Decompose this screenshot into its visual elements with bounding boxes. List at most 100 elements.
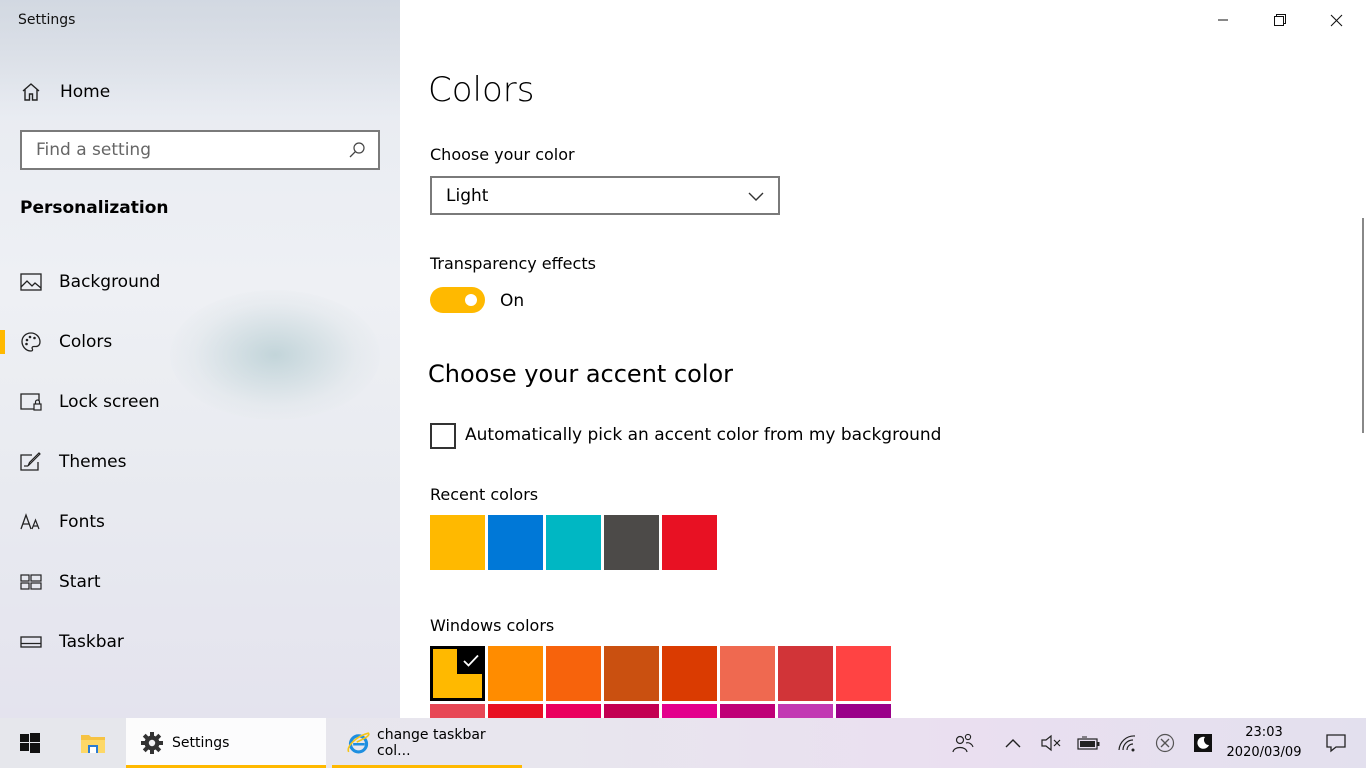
auto-pick-checkbox[interactable] bbox=[430, 423, 456, 449]
color-swatch[interactable] bbox=[546, 515, 601, 570]
color-swatch[interactable] bbox=[662, 515, 717, 570]
checkmark-icon bbox=[457, 646, 485, 674]
system-tray: 23:03 2020/03/09 bbox=[944, 718, 1366, 768]
people-icon bbox=[952, 733, 974, 753]
windows-colors-row-2 bbox=[430, 704, 891, 718]
section-title: Personalization bbox=[20, 198, 169, 218]
sidebar-item-label: Themes bbox=[59, 452, 127, 472]
color-swatch[interactable] bbox=[778, 646, 833, 701]
show-hidden-icons-button[interactable] bbox=[994, 718, 1032, 768]
windows-colors-label: Windows colors bbox=[430, 616, 555, 635]
sidebar-item-label: Fonts bbox=[59, 512, 105, 532]
scrollbar[interactable] bbox=[1362, 218, 1364, 433]
close-button[interactable] bbox=[1308, 0, 1365, 40]
sidebar-item-label: Background bbox=[59, 272, 161, 292]
folder-icon bbox=[81, 735, 105, 753]
file-explorer-button[interactable] bbox=[60, 718, 126, 768]
restore-button[interactable] bbox=[1251, 0, 1308, 40]
color-swatch[interactable] bbox=[488, 515, 543, 570]
sidebar-item-background[interactable]: Background bbox=[0, 252, 400, 312]
color-swatch[interactable] bbox=[720, 646, 775, 701]
battery-button[interactable] bbox=[1070, 718, 1108, 768]
color-swatch[interactable] bbox=[430, 515, 485, 570]
sidebar-item-start[interactable]: Start bbox=[0, 552, 400, 612]
home-label: Home bbox=[60, 82, 111, 102]
clock-time: 23:03 bbox=[1245, 725, 1283, 740]
color-swatch[interactable] bbox=[836, 704, 891, 718]
gear-icon bbox=[141, 732, 163, 754]
notification-icon bbox=[1326, 734, 1346, 753]
clock-date: 2020/03/09 bbox=[1226, 745, 1302, 760]
color-swatch[interactable] bbox=[430, 704, 485, 718]
sidebar-item-fonts[interactable]: Fonts bbox=[0, 492, 400, 552]
sidebar-nav: Background Colors Lock screen Themes Fon… bbox=[0, 252, 400, 672]
status-x-button[interactable] bbox=[1146, 718, 1184, 768]
home-icon bbox=[22, 83, 40, 101]
minimize-button[interactable] bbox=[1194, 0, 1251, 40]
color-swatch[interactable] bbox=[604, 646, 659, 701]
action-center-button[interactable] bbox=[1306, 718, 1366, 768]
color-swatch[interactable] bbox=[720, 704, 775, 718]
sidebar-item-themes[interactable]: Themes bbox=[0, 432, 400, 492]
sidebar-item-label: Start bbox=[59, 572, 101, 592]
color-swatch[interactable] bbox=[662, 704, 717, 718]
search-box[interactable] bbox=[20, 130, 380, 170]
network-button[interactable] bbox=[1108, 718, 1146, 768]
chevron-up-icon bbox=[1005, 739, 1021, 748]
choose-color-dropdown[interactable]: Light bbox=[430, 176, 780, 215]
color-swatch[interactable] bbox=[604, 515, 659, 570]
home-link[interactable]: Home bbox=[20, 80, 110, 104]
color-swatch[interactable] bbox=[662, 646, 717, 701]
transparency-label: Transparency effects bbox=[430, 254, 596, 273]
color-swatch[interactable] bbox=[836, 646, 891, 701]
color-swatch[interactable] bbox=[546, 704, 601, 718]
page-title: Colors bbox=[428, 70, 535, 110]
sidebar-item-label: Lock screen bbox=[59, 392, 160, 412]
recent-colors-row bbox=[430, 515, 717, 570]
themes-icon bbox=[20, 451, 42, 473]
window-title: Settings bbox=[18, 12, 76, 28]
clock[interactable]: 23:03 2020/03/09 bbox=[1222, 723, 1306, 763]
sidebar-item-lock-screen[interactable]: Lock screen bbox=[0, 372, 400, 432]
sidebar-item-colors[interactable]: Colors bbox=[0, 312, 400, 372]
color-swatch[interactable] bbox=[488, 646, 543, 701]
close-icon bbox=[1330, 14, 1343, 26]
taskbar-settings-button[interactable]: Settings bbox=[126, 718, 326, 768]
people-button[interactable] bbox=[944, 718, 982, 768]
main-content: Colors Choose your color Light Transpare… bbox=[400, 0, 1366, 718]
chevron-down-icon bbox=[748, 192, 764, 201]
color-swatch[interactable] bbox=[546, 646, 601, 701]
choose-color-value: Light bbox=[446, 185, 489, 206]
app-tray-icon bbox=[1194, 734, 1212, 752]
taskbar: Settings change taskbar col... 23:03 202… bbox=[0, 718, 1366, 768]
sidebar-item-taskbar[interactable]: Taskbar bbox=[0, 612, 400, 672]
transparency-toggle[interactable] bbox=[430, 287, 485, 313]
start-icon bbox=[20, 571, 42, 593]
color-swatch[interactable] bbox=[604, 704, 659, 718]
palette-icon bbox=[20, 331, 42, 353]
taskbar-icon bbox=[20, 631, 42, 653]
search-icon[interactable] bbox=[348, 141, 366, 159]
recent-colors-label: Recent colors bbox=[430, 485, 539, 504]
fonts-icon bbox=[20, 511, 42, 533]
internet-explorer-icon bbox=[347, 732, 370, 754]
wifi-icon bbox=[1118, 735, 1136, 752]
transparency-state: On bbox=[500, 291, 525, 311]
color-swatch[interactable] bbox=[488, 704, 543, 718]
taskbar-browser-label: change taskbar col... bbox=[377, 727, 486, 759]
start-button[interactable] bbox=[0, 718, 60, 768]
minimize-icon bbox=[1217, 19, 1228, 21]
night-light-button[interactable] bbox=[1184, 718, 1222, 768]
windows-colors-row-1 bbox=[430, 646, 891, 701]
volume-button[interactable] bbox=[1032, 718, 1070, 768]
auto-pick-label: Automatically pick an accent color from … bbox=[465, 425, 942, 445]
accent-heading: Choose your accent color bbox=[428, 360, 734, 388]
picture-icon bbox=[20, 271, 42, 293]
taskbar-browser-button[interactable]: change taskbar col... bbox=[332, 718, 522, 768]
circle-x-icon bbox=[1155, 733, 1175, 753]
toggle-knob bbox=[465, 294, 477, 306]
color-swatch[interactable] bbox=[778, 704, 833, 718]
color-swatch[interactable] bbox=[430, 646, 485, 701]
sidebar-item-label: Taskbar bbox=[59, 632, 124, 652]
search-input[interactable] bbox=[36, 140, 348, 160]
